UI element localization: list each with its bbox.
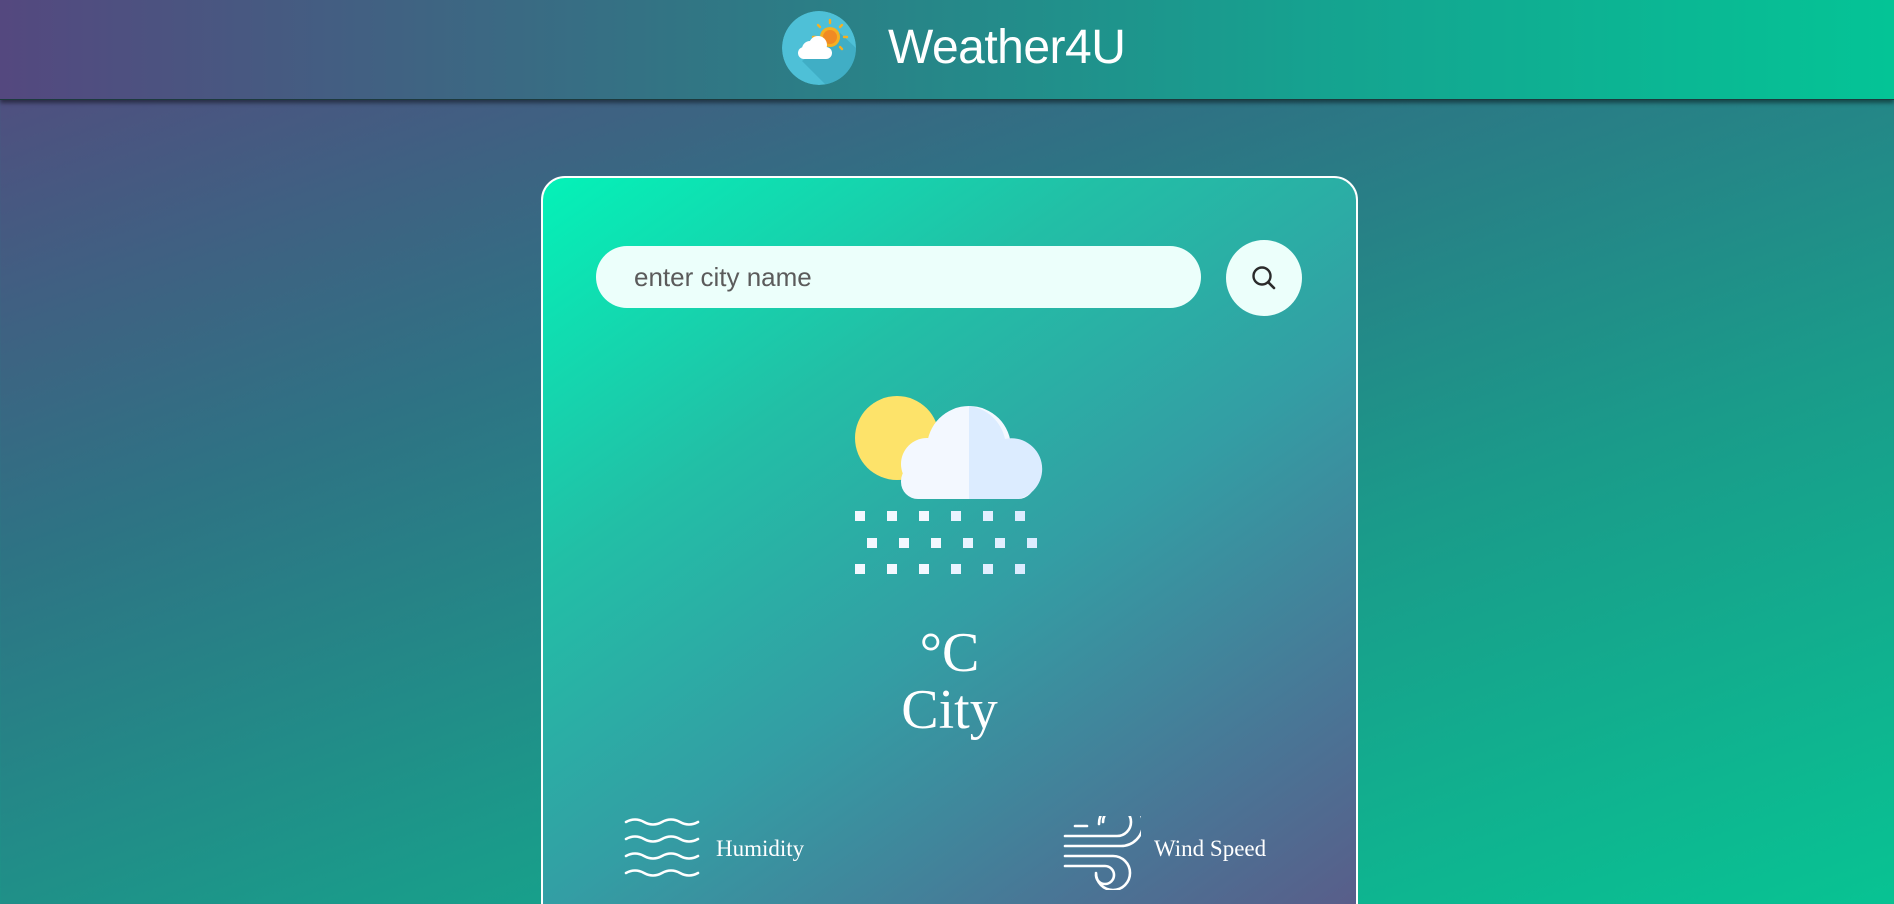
humidity-waves-icon	[624, 818, 702, 884]
sun-cloud-logo-icon	[782, 11, 856, 85]
app-title: Weather4U	[888, 21, 1126, 74]
wind-speed-label: Wind Speed	[1154, 836, 1267, 861]
temperature-value: °C	[919, 622, 980, 684]
sun-cloud-snow-icon	[855, 396, 1043, 576]
weather-card: °C City Humidity Wind Speed	[541, 176, 1358, 904]
city-search-input[interactable]	[596, 246, 1201, 308]
app-header: Weather4U	[0, 0, 1894, 100]
city-name: City	[901, 679, 998, 741]
search-icon	[1250, 264, 1278, 292]
search-button[interactable]	[1226, 240, 1302, 316]
humidity-label: Humidity	[716, 836, 805, 861]
wind-icon	[1063, 800, 1145, 892]
